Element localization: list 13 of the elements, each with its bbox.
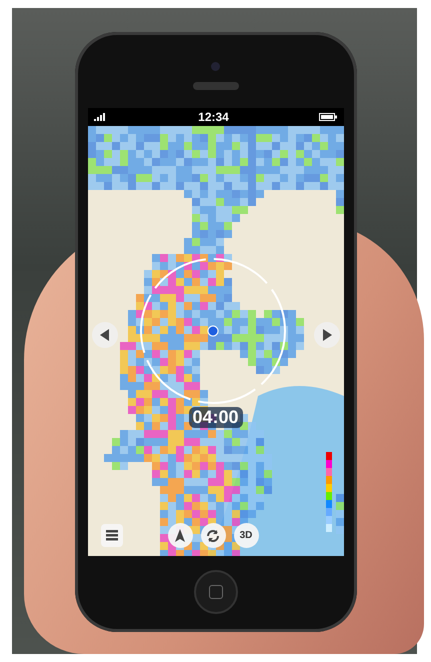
status-time: 12:34	[198, 110, 229, 124]
menu-icon	[106, 530, 118, 541]
home-button[interactable]	[194, 570, 238, 614]
camera-icon	[210, 62, 220, 71]
left-triangle-icon	[100, 329, 110, 341]
signal-icon	[94, 113, 108, 121]
forecast-time: 04:00	[188, 407, 243, 428]
right-triangle-icon	[322, 329, 332, 341]
menu-button[interactable]	[100, 524, 122, 547]
navigation-arrow-icon	[175, 529, 185, 542]
refresh-icon	[206, 528, 220, 542]
battery-icon	[319, 113, 338, 121]
speaker-grille	[192, 82, 238, 90]
